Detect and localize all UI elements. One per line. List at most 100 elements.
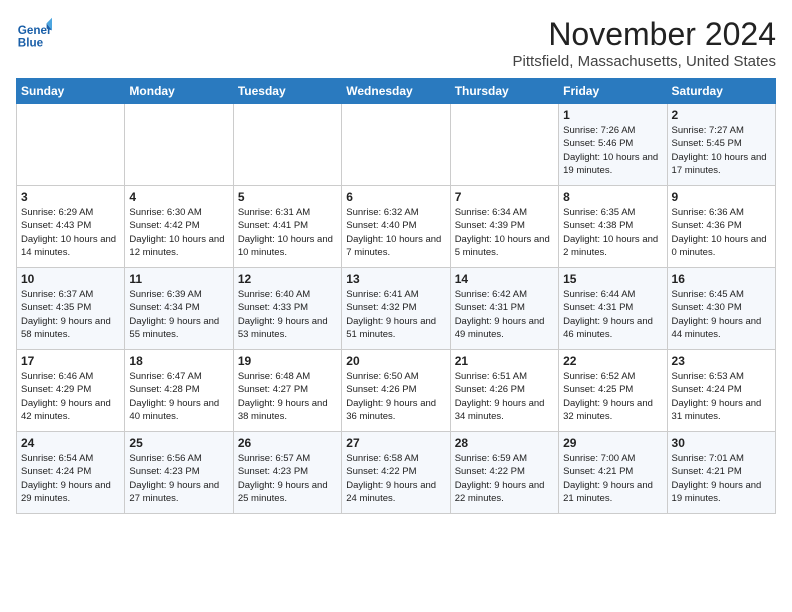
day-info: Sunrise: 6:35 AM Sunset: 4:38 PM Dayligh…	[563, 206, 662, 259]
day-number: 25	[129, 436, 228, 450]
calendar-week-row: 1 Sunrise: 7:26 AM Sunset: 5:46 PM Daylig…	[17, 104, 776, 186]
location-title: Pittsfield, Massachusetts, United States	[513, 53, 776, 70]
day-info: Sunrise: 7:01 AM Sunset: 4:21 PM Dayligh…	[672, 452, 771, 505]
day-number: 16	[672, 272, 771, 286]
day-info: Sunrise: 6:36 AM Sunset: 4:36 PM Dayligh…	[672, 206, 771, 259]
day-number: 15	[563, 272, 662, 286]
day-info: Sunrise: 6:30 AM Sunset: 4:42 PM Dayligh…	[129, 206, 228, 259]
day-number: 24	[21, 436, 120, 450]
day-info: Sunrise: 6:42 AM Sunset: 4:31 PM Dayligh…	[455, 288, 554, 341]
calendar-day-header: Wednesday	[342, 79, 450, 104]
calendar-table: SundayMondayTuesdayWednesdayThursdayFrid…	[16, 78, 776, 514]
calendar-cell	[450, 104, 558, 186]
calendar-cell: 23 Sunrise: 6:53 AM Sunset: 4:24 PM Dayli…	[667, 350, 775, 432]
calendar-cell: 14 Sunrise: 6:42 AM Sunset: 4:31 PM Dayli…	[450, 268, 558, 350]
calendar-cell: 1 Sunrise: 7:26 AM Sunset: 5:46 PM Daylig…	[559, 104, 667, 186]
calendar-day-header: Sunday	[17, 79, 125, 104]
day-number: 2	[672, 108, 771, 122]
day-info: Sunrise: 6:56 AM Sunset: 4:23 PM Dayligh…	[129, 452, 228, 505]
day-number: 11	[129, 272, 228, 286]
calendar-cell: 25 Sunrise: 6:56 AM Sunset: 4:23 PM Dayli…	[125, 432, 233, 514]
day-number: 1	[563, 108, 662, 122]
calendar-day-header: Thursday	[450, 79, 558, 104]
day-info: Sunrise: 6:54 AM Sunset: 4:24 PM Dayligh…	[21, 452, 120, 505]
calendar-cell: 21 Sunrise: 6:51 AM Sunset: 4:26 PM Dayli…	[450, 350, 558, 432]
day-info: Sunrise: 6:41 AM Sunset: 4:32 PM Dayligh…	[346, 288, 445, 341]
calendar-cell: 13 Sunrise: 6:41 AM Sunset: 4:32 PM Dayli…	[342, 268, 450, 350]
logo-icon: General Blue	[16, 16, 52, 52]
day-info: Sunrise: 6:46 AM Sunset: 4:29 PM Dayligh…	[21, 370, 120, 423]
day-number: 6	[346, 190, 445, 204]
day-info: Sunrise: 6:39 AM Sunset: 4:34 PM Dayligh…	[129, 288, 228, 341]
day-number: 7	[455, 190, 554, 204]
calendar-cell	[342, 104, 450, 186]
day-info: Sunrise: 6:34 AM Sunset: 4:39 PM Dayligh…	[455, 206, 554, 259]
day-number: 10	[21, 272, 120, 286]
calendar-cell: 4Sunrise: 6:30 AM Sunset: 4:42 PM Daylig…	[125, 186, 233, 268]
calendar-cell: 9 Sunrise: 6:36 AM Sunset: 4:36 PM Daylig…	[667, 186, 775, 268]
calendar-cell: 8 Sunrise: 6:35 AM Sunset: 4:38 PM Daylig…	[559, 186, 667, 268]
day-number: 3	[21, 190, 120, 204]
day-info: Sunrise: 6:29 AM Sunset: 4:43 PM Dayligh…	[21, 206, 120, 259]
page-header: General Blue November 2024 Pittsfield, M…	[16, 16, 776, 70]
calendar-cell: 3 Sunrise: 6:29 AM Sunset: 4:43 PM Daylig…	[17, 186, 125, 268]
day-info: Sunrise: 6:45 AM Sunset: 4:30 PM Dayligh…	[672, 288, 771, 341]
month-title: November 2024	[513, 16, 776, 53]
day-info: Sunrise: 7:00 AM Sunset: 4:21 PM Dayligh…	[563, 452, 662, 505]
day-info: Sunrise: 6:51 AM Sunset: 4:26 PM Dayligh…	[455, 370, 554, 423]
calendar-cell: 19 Sunrise: 6:48 AM Sunset: 4:27 PM Dayli…	[233, 350, 341, 432]
day-number: 26	[238, 436, 337, 450]
calendar-cell: 30 Sunrise: 7:01 AM Sunset: 4:21 PM Dayli…	[667, 432, 775, 514]
day-number: 5	[238, 190, 337, 204]
day-number: 17	[21, 354, 120, 368]
calendar-cell: 11 Sunrise: 6:39 AM Sunset: 4:34 PM Dayli…	[125, 268, 233, 350]
calendar-cell: 18Sunrise: 6:47 AM Sunset: 4:28 PM Dayli…	[125, 350, 233, 432]
calendar-day-header: Tuesday	[233, 79, 341, 104]
day-number: 29	[563, 436, 662, 450]
day-info: Sunrise: 6:37 AM Sunset: 4:35 PM Dayligh…	[21, 288, 120, 341]
day-info: Sunrise: 6:58 AM Sunset: 4:22 PM Dayligh…	[346, 452, 445, 505]
day-number: 9	[672, 190, 771, 204]
day-number: 12	[238, 272, 337, 286]
calendar-body: 1 Sunrise: 7:26 AM Sunset: 5:46 PM Daylig…	[17, 104, 776, 514]
calendar-week-row: 24 Sunrise: 6:54 AM Sunset: 4:24 PM Dayli…	[17, 432, 776, 514]
calendar-week-row: 10 Sunrise: 6:37 AM Sunset: 4:35 PM Dayli…	[17, 268, 776, 350]
calendar-cell: 2 Sunrise: 7:27 AM Sunset: 5:45 PM Daylig…	[667, 104, 775, 186]
day-number: 18	[129, 354, 228, 368]
day-number: 28	[455, 436, 554, 450]
day-info: Sunrise: 6:53 AM Sunset: 4:24 PM Dayligh…	[672, 370, 771, 423]
calendar-cell: 26Sunrise: 6:57 AM Sunset: 4:23 PM Dayli…	[233, 432, 341, 514]
day-info: Sunrise: 6:50 AM Sunset: 4:26 PM Dayligh…	[346, 370, 445, 423]
day-info: Sunrise: 6:44 AM Sunset: 4:31 PM Dayligh…	[563, 288, 662, 341]
calendar-cell: 22Sunrise: 6:52 AM Sunset: 4:25 PM Dayli…	[559, 350, 667, 432]
calendar-cell	[125, 104, 233, 186]
day-number: 19	[238, 354, 337, 368]
title-block: November 2024 Pittsfield, Massachusetts,…	[513, 16, 776, 70]
calendar-day-header: Saturday	[667, 79, 775, 104]
calendar-cell: 17 Sunrise: 6:46 AM Sunset: 4:29 PM Dayli…	[17, 350, 125, 432]
day-info: Sunrise: 6:59 AM Sunset: 4:22 PM Dayligh…	[455, 452, 554, 505]
calendar-cell: 24 Sunrise: 6:54 AM Sunset: 4:24 PM Dayli…	[17, 432, 125, 514]
calendar-cell: 16 Sunrise: 6:45 AM Sunset: 4:30 PM Dayli…	[667, 268, 775, 350]
day-number: 13	[346, 272, 445, 286]
day-info: Sunrise: 7:26 AM Sunset: 5:46 PM Dayligh…	[563, 124, 662, 177]
day-info: Sunrise: 6:48 AM Sunset: 4:27 PM Dayligh…	[238, 370, 337, 423]
calendar-cell: 28 Sunrise: 6:59 AM Sunset: 4:22 PM Dayli…	[450, 432, 558, 514]
day-number: 22	[563, 354, 662, 368]
day-info: Sunrise: 7:27 AM Sunset: 5:45 PM Dayligh…	[672, 124, 771, 177]
day-number: 30	[672, 436, 771, 450]
day-number: 8	[563, 190, 662, 204]
day-number: 20	[346, 354, 445, 368]
day-number: 14	[455, 272, 554, 286]
day-number: 21	[455, 354, 554, 368]
day-number: 23	[672, 354, 771, 368]
calendar-week-row: 3 Sunrise: 6:29 AM Sunset: 4:43 PM Daylig…	[17, 186, 776, 268]
day-info: Sunrise: 6:31 AM Sunset: 4:41 PM Dayligh…	[238, 206, 337, 259]
calendar-cell: 27Sunrise: 6:58 AM Sunset: 4:22 PM Dayli…	[342, 432, 450, 514]
calendar-cell: 6Sunrise: 6:32 AM Sunset: 4:40 PM Daylig…	[342, 186, 450, 268]
calendar-cell: 15 Sunrise: 6:44 AM Sunset: 4:31 PM Dayli…	[559, 268, 667, 350]
calendar-cell: 12Sunrise: 6:40 AM Sunset: 4:33 PM Dayli…	[233, 268, 341, 350]
calendar-cell	[233, 104, 341, 186]
calendar-cell: 20 Sunrise: 6:50 AM Sunset: 4:26 PM Dayli…	[342, 350, 450, 432]
calendar-cell: 7 Sunrise: 6:34 AM Sunset: 4:39 PM Daylig…	[450, 186, 558, 268]
